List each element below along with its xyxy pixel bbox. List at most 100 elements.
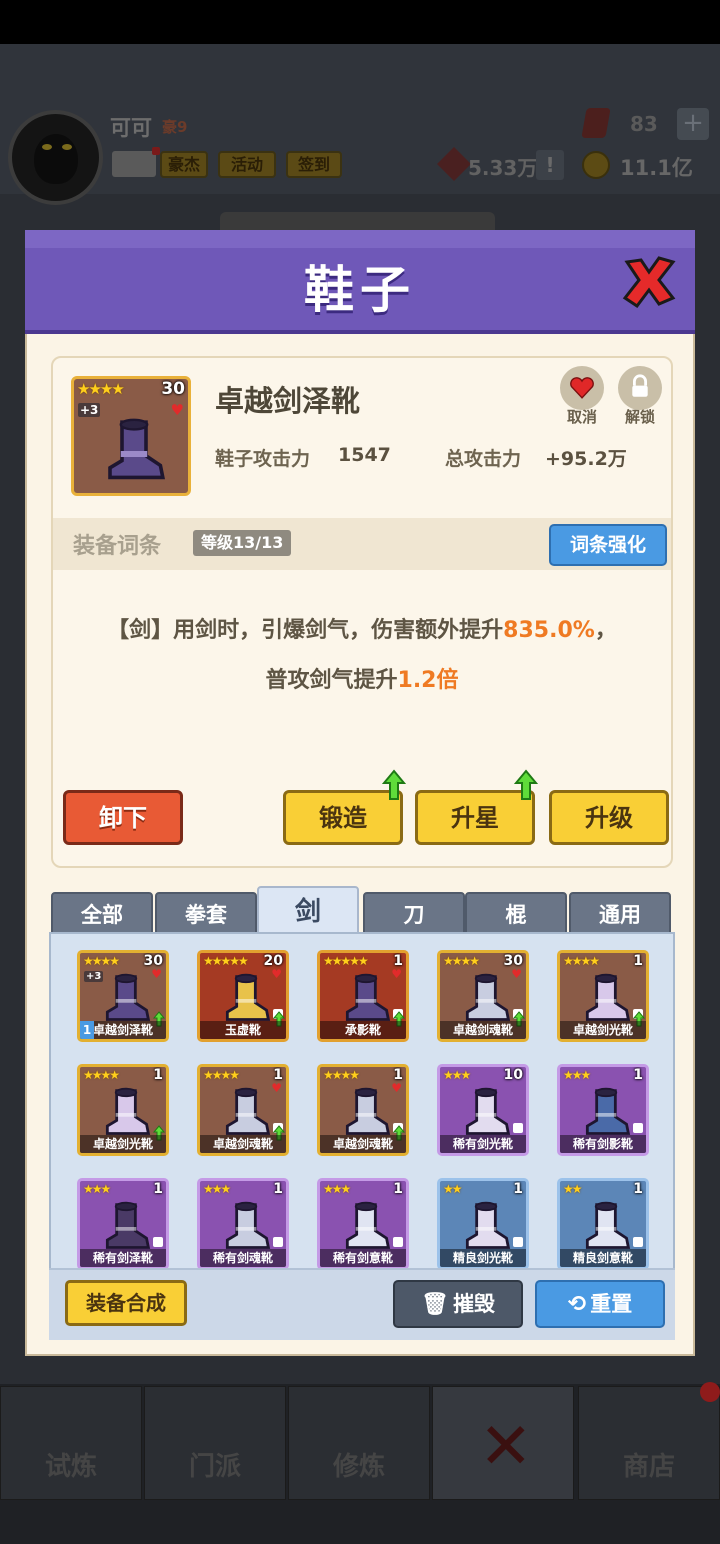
boot-icon <box>585 973 631 1021</box>
refresh-icon: ⟲ <box>567 1292 587 1317</box>
coin-icon <box>582 151 610 179</box>
lock-icon <box>633 1123 643 1133</box>
star-rating: ★★★★ <box>563 954 600 968</box>
boot-icon <box>345 973 391 1021</box>
cancel-favorite-button[interactable]: 取消 <box>559 366 605 427</box>
eye-icon <box>62 144 72 150</box>
nav-close[interactable]: ✕ <box>432 1386 574 1500</box>
item-name: 稀有剑意靴 <box>320 1249 406 1267</box>
star-rating: ★★★★ <box>323 1068 360 1082</box>
item-slot[interactable]: ★★★★★ 1 ♥ 承影靴 <box>317 950 409 1042</box>
merge-button[interactable]: 装备合成 <box>65 1280 187 1326</box>
reset-button[interactable]: ⟲ 重置 <box>535 1280 665 1328</box>
item-name: 玉虚靴 <box>200 1021 286 1039</box>
nav-trial[interactable]: 试炼 <box>0 1386 142 1500</box>
nav-cultivate[interactable]: 修炼 <box>288 1386 430 1500</box>
item-slot[interactable]: ★★ 1 精良剑意靴 <box>557 1178 649 1270</box>
item-slot[interactable]: ★★★★ 1 ♥ 卓越剑魂靴 <box>317 1064 409 1156</box>
item-slot[interactable]: ★★★ 1 稀有剑影靴 <box>557 1064 649 1156</box>
trash-icon: 🗑︎ <box>421 1292 449 1317</box>
affix-text: 【剑】用剑时，引爆剑气，伤害额外提升 <box>107 618 504 643</box>
affix-value: 835.0% <box>503 618 595 643</box>
boot-icon <box>465 1201 511 1249</box>
event-button[interactable]: 活动 <box>218 151 276 178</box>
forge-button[interactable]: 锻造 <box>283 769 406 845</box>
item-name: 稀有剑魂靴 <box>200 1249 286 1267</box>
mail-icon[interactable] <box>112 147 160 177</box>
boot-icon <box>225 1201 271 1249</box>
star-rating: ★★★★ <box>443 954 480 968</box>
item-slot[interactable]: ★★★★ 1 卓越剑光靴 <box>77 1064 169 1156</box>
upgrade-button[interactable]: 升级 <box>549 790 669 845</box>
item-slot[interactable]: ★★★★★ 20 ♥ 玉虚靴 <box>197 950 289 1042</box>
item-slot[interactable]: ★★ 1 精良剑光靴 <box>437 1178 529 1270</box>
item-name: 精良剑意靴 <box>560 1249 646 1267</box>
modal-title: 鞋子 <box>304 261 416 319</box>
affix-description: 【剑】用剑时，引爆剑气，伤害额外提升835.0%， 普攻剑气提升1.2倍 <box>53 606 671 706</box>
hero-button[interactable]: 豪杰 <box>160 151 208 178</box>
eye-icon <box>42 144 52 150</box>
item-level: 1 <box>633 953 643 969</box>
add-gem-button[interactable]: + <box>677 108 709 140</box>
item-slot[interactable]: ★★★ 1 稀有剑魂靴 <box>197 1178 289 1270</box>
item-level: 1 <box>393 1181 403 1197</box>
item-name: 稀有剑泽靴 <box>80 1249 166 1267</box>
boot-icon <box>345 1087 391 1135</box>
item-icon: ★★★★ 30 +3 ♥ <box>71 376 191 496</box>
reset-label: 重置 <box>590 1292 633 1316</box>
destroy-button[interactable]: 🗑︎ 摧毁 <box>393 1280 523 1328</box>
unequip-button[interactable]: 卸下 <box>63 790 183 845</box>
close-icon: ✕ <box>479 1410 533 1484</box>
nav-shop[interactable]: 商店 <box>578 1386 720 1500</box>
upgrade-arrow-icon <box>382 769 406 800</box>
affix-enhance-button[interactable]: 词条强化 <box>549 524 667 566</box>
item-name: 卓越剑光靴 <box>560 1021 646 1039</box>
lock-icon <box>153 1237 163 1247</box>
item-slot[interactable]: ★★★★ 1 卓越剑光靴 <box>557 950 649 1042</box>
item-slot[interactable]: ★★★★ 30 ♥ 卓越剑魂靴 <box>437 950 529 1042</box>
nav-label: 门派 <box>188 1452 241 1482</box>
item-slot[interactable]: ★★★ 1 稀有剑意靴 <box>317 1178 409 1270</box>
item-name: 卓越剑泽靴 <box>215 384 361 418</box>
boot-icon <box>105 973 151 1021</box>
star-up-button[interactable]: 升星 <box>415 769 538 845</box>
item-level: 1 <box>633 1181 643 1197</box>
boot-icon <box>465 1087 511 1135</box>
unlock-button[interactable]: 解锁 <box>617 366 663 427</box>
item-name: 精良剑光靴 <box>440 1249 526 1267</box>
item-slot[interactable]: ★★★★ 1 ♥ 卓越剑魂靴 <box>197 1064 289 1156</box>
item-level: 10 <box>503 1067 523 1083</box>
avatar[interactable] <box>8 110 103 205</box>
star-rating: ★★★★ <box>77 380 125 398</box>
info-button[interactable]: ! <box>536 150 564 180</box>
item-name: 卓越剑魂靴 <box>200 1135 286 1153</box>
player-name: 可可 <box>110 116 152 140</box>
boot-icon <box>585 1201 631 1249</box>
lock-icon <box>273 1237 283 1247</box>
item-slot[interactable]: ★★★ 1 稀有剑泽靴 <box>77 1178 169 1270</box>
star-rating: ★★ <box>443 1182 462 1196</box>
ninja-face-icon <box>34 134 78 184</box>
gem-count: 83 <box>630 112 658 136</box>
star-rating: ★★★ <box>443 1068 471 1082</box>
lock-icon <box>393 1237 403 1247</box>
boot-icon <box>108 418 165 480</box>
tab-sword[interactable]: 剑 <box>257 886 359 938</box>
lock-icon <box>513 1237 523 1247</box>
star-rating: ★★★★★ <box>323 954 369 968</box>
item-slot[interactable]: ★★★★ 30 +3 ♥ 卓越剑泽靴 1 <box>77 950 169 1042</box>
star-rating: ★★ <box>563 1182 582 1196</box>
status-bar <box>0 0 720 44</box>
nav-sect[interactable]: 门派 <box>144 1386 286 1500</box>
affix-text: 普攻剑气提升 <box>265 668 398 693</box>
total-attack-value: +95.2万 <box>545 448 627 470</box>
checkin-button[interactable]: 签到 <box>286 151 342 178</box>
boot-icon <box>585 1087 631 1135</box>
close-icon[interactable] <box>619 252 679 312</box>
item-level: 1 <box>153 1067 163 1083</box>
lock-icon <box>618 366 662 410</box>
item-slot[interactable]: ★★★ 10 稀有剑光靴 <box>437 1064 529 1156</box>
modal-header: 鞋子 <box>25 230 695 334</box>
vip-badge: 豪9 <box>162 118 188 136</box>
star-rating: ★★★★ <box>83 1068 120 1082</box>
